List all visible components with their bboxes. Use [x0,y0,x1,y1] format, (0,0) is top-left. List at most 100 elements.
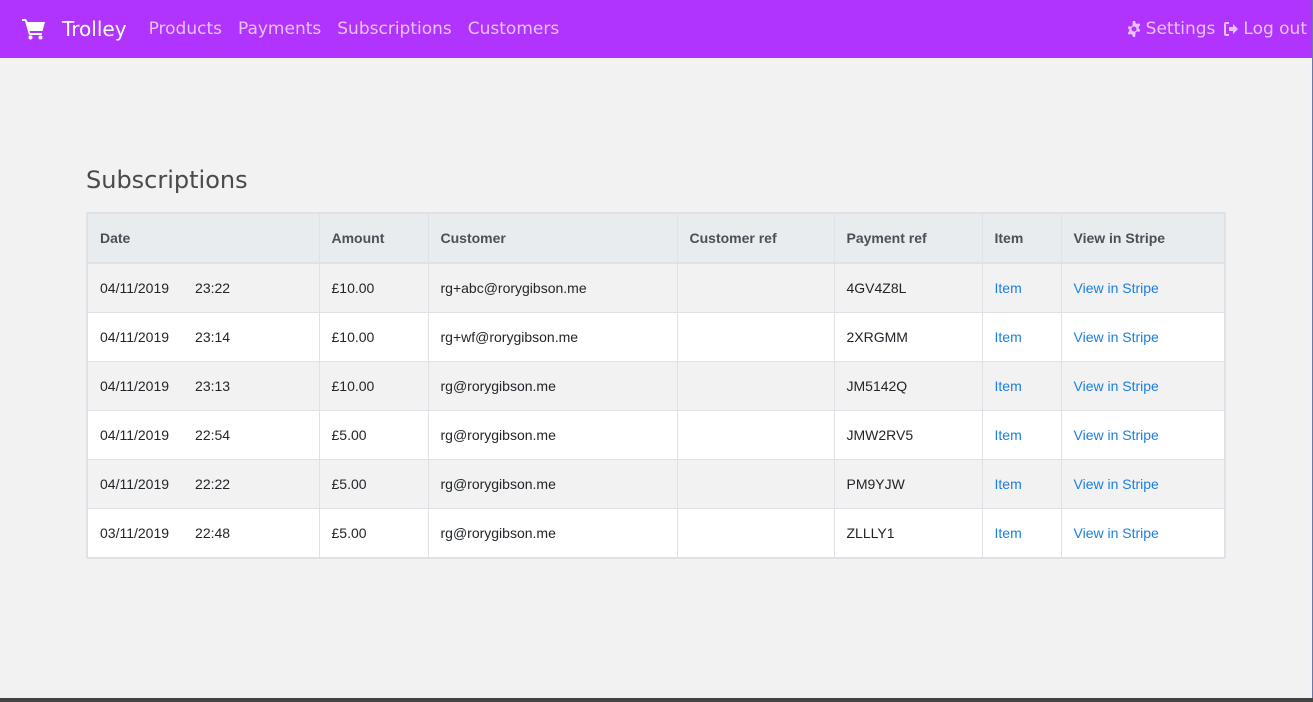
item-link[interactable]: Item [995,329,1022,345]
view-in-stripe-link[interactable]: View in Stripe [1074,280,1159,296]
table-row: 04/11/2019 22:54 £5.00 rg@rorygibson.me JMW2… [88,409,1224,459]
navbar: Trolley Products Payments Subscriptions … [0,0,1312,58]
table-row: 04/11/2019 23:13 £10.00 rg@rorygibson.me JM5… [88,360,1224,410]
cell-payment-ref: 2XRGMM [834,311,983,361]
nav-payments[interactable]: Payments [238,19,321,39]
bottom-bar [0,698,1313,702]
sign-out-icon [1224,22,1239,36]
cell-amount: £10.00 [319,262,429,312]
table-row: 04/11/2019 23:22 £10.00 rg+abc@rorygibson.m… [88,262,1224,312]
cell-customer-ref [677,360,835,410]
cell-amount: £10.00 [319,311,429,361]
view-in-stripe-link[interactable]: View in Stripe [1074,329,1159,345]
cell-date: 03/11/2019 22:48 [88,507,320,557]
cell-customer: rg@rorygibson.me [428,409,678,459]
cell-customer: rg@rorygibson.me [428,458,678,508]
nav-products[interactable]: Products [149,19,222,39]
table-row: 04/11/2019 23:14 £10.00 rg+wf@rorygibson.me… [88,311,1224,361]
item-link[interactable]: Item [995,427,1022,443]
time-value: 22:22 [195,475,231,492]
settings-link[interactable]: Settings [1126,19,1216,39]
cell-item: Item [982,409,1062,459]
shopping-cart-icon [22,19,45,40]
item-link[interactable]: Item [995,378,1022,394]
nav-links: Products Payments Subscriptions Customer… [141,19,568,39]
date-value: 04/11/2019 [100,328,170,345]
cell-view-in-stripe: View in Stripe [1061,458,1224,508]
cell-date: 04/11/2019 23:22 [88,262,320,312]
time-value: 23:14 [195,328,231,345]
cell-date: 04/11/2019 22:22 [88,458,320,508]
item-link[interactable]: Item [995,525,1022,541]
cell-payment-ref: ZLLLY1 [834,507,983,557]
time-value: 22:48 [195,524,231,541]
nav-subscriptions[interactable]: Subscriptions [337,19,451,39]
table-row: 04/11/2019 22:22 £5.00 rg@rorygibson.me PM9Y… [88,458,1224,508]
time-value: 22:54 [195,426,231,443]
cell-payment-ref: JMW2RV5 [834,409,983,459]
logout-link[interactable]: Log out [1223,19,1307,39]
cell-item: Item [982,360,1062,410]
cell-item: Item [982,458,1062,508]
cell-view-in-stripe: View in Stripe [1061,409,1224,459]
page-title: Subscriptions [86,166,248,194]
cell-item: Item [982,311,1062,361]
brand-link[interactable]: Trolley [22,17,127,41]
cell-customer: rg+abc@rorygibson.me [428,262,678,312]
cell-date: 04/11/2019 23:14 [88,311,320,361]
cell-customer-ref [677,507,835,557]
header-amount[interactable]: Amount [319,214,429,264]
cell-payment-ref: PM9YJW [834,458,983,508]
cell-payment-ref: 4GV4Z8L [834,262,983,312]
nav-customers[interactable]: Customers [468,19,559,39]
date-value: 04/11/2019 [100,377,170,394]
date-value: 04/11/2019 [100,426,170,443]
cell-view-in-stripe: View in Stripe [1061,262,1224,312]
cell-amount: £5.00 [319,507,429,557]
view-in-stripe-link[interactable]: View in Stripe [1074,378,1159,394]
cell-customer: rg@rorygibson.me [428,360,678,410]
time-value: 23:13 [195,377,231,394]
header-customer-ref[interactable]: Customer ref [677,214,835,264]
item-link[interactable]: Item [995,476,1022,492]
cell-customer: rg+wf@rorygibson.me [428,311,678,361]
logout-label: Log out [1243,19,1307,39]
table-header-row: Date Amount Customer Customer ref Paymen… [88,214,1224,264]
cell-customer-ref [677,262,835,312]
cell-amount: £5.00 [319,409,429,459]
date-value: 04/11/2019 [100,475,170,492]
header-payment-ref[interactable]: Payment ref [834,214,983,264]
cell-payment-ref: JM5142Q [834,360,983,410]
header-customer[interactable]: Customer [428,214,678,264]
gear-icon [1127,21,1140,37]
cell-view-in-stripe: View in Stripe [1061,311,1224,361]
date-value: 03/11/2019 [100,524,170,541]
cell-date: 04/11/2019 22:54 [88,409,320,459]
date-value: 04/11/2019 [100,279,170,296]
settings-label: Settings [1145,19,1216,39]
subscriptions-table-container: Date Amount Customer Customer ref Paymen… [86,212,1226,559]
brand-name: Trolley [62,17,127,41]
cell-customer-ref [677,311,835,361]
cell-customer: rg@rorygibson.me [428,507,678,557]
cell-view-in-stripe: View in Stripe [1061,507,1224,557]
nav-right: Settings Log out [1126,19,1311,39]
cell-customer-ref [677,458,835,508]
item-link[interactable]: Item [995,280,1022,296]
time-value: 23:22 [195,279,231,296]
cell-item: Item [982,262,1062,312]
view-in-stripe-link[interactable]: View in Stripe [1074,476,1159,492]
view-in-stripe-link[interactable]: View in Stripe [1074,525,1159,541]
view-in-stripe-link[interactable]: View in Stripe [1074,427,1159,443]
cell-date: 04/11/2019 23:13 [88,360,320,410]
header-item[interactable]: Item [982,214,1062,264]
table-row: 03/11/2019 22:48 £5.00 rg@rorygibson.me ZLLL… [88,507,1224,557]
cell-view-in-stripe: View in Stripe [1061,360,1224,410]
header-date[interactable]: Date [88,214,320,264]
cell-item: Item [982,507,1062,557]
cell-amount: £5.00 [319,458,429,508]
header-view-in-stripe[interactable]: View in Stripe [1061,214,1224,264]
subscriptions-table: Date Amount Customer Customer ref Paymen… [88,214,1224,557]
cell-customer-ref [677,409,835,459]
cell-amount: £10.00 [319,360,429,410]
